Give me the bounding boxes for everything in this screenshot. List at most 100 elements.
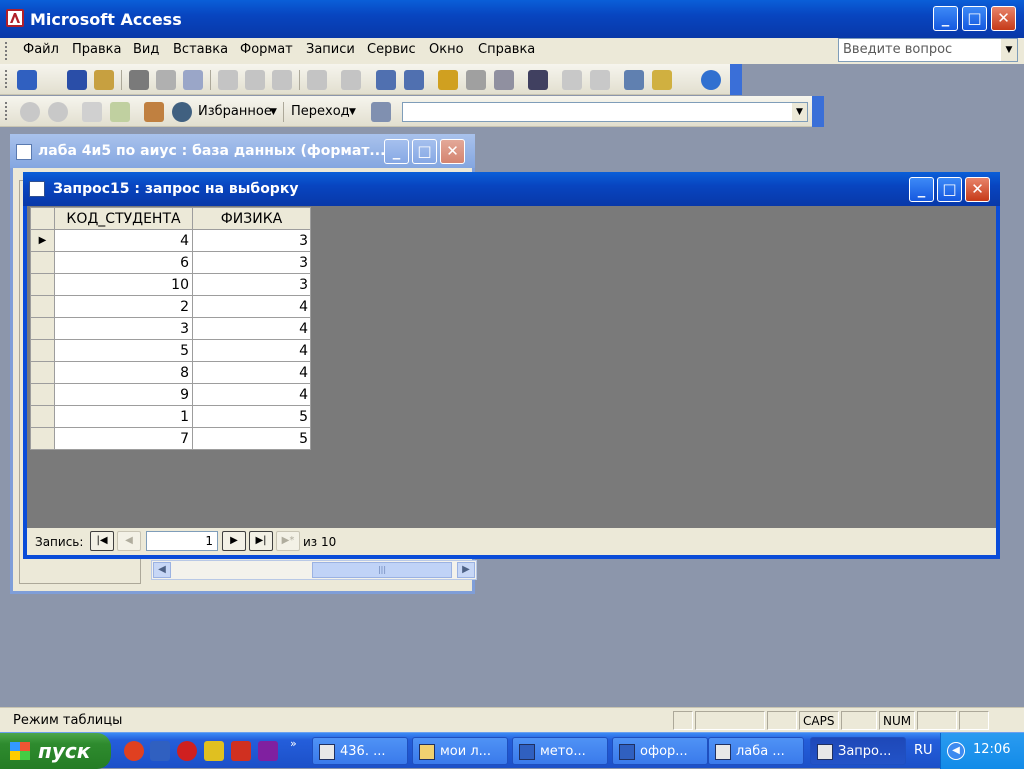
language-indicator[interactable]: RU (914, 743, 933, 758)
back-icon[interactable] (20, 102, 40, 122)
quick-launch-icon[interactable] (258, 741, 278, 761)
table-cell[interactable]: 8 (54, 361, 193, 384)
menu-edit[interactable]: Правка (72, 42, 121, 57)
select-all-cell[interactable] (30, 207, 55, 230)
horizontal-scrollbar[interactable]: ◀ ||| ▶ (151, 560, 477, 580)
first-record-button[interactable]: |◀ (90, 531, 114, 551)
ask-question-box[interactable]: Введите вопрос ▼ (838, 38, 1018, 62)
table-row[interactable]: 34 (30, 317, 311, 340)
chevron-down-icon[interactable]: ▼ (349, 107, 356, 117)
table-row[interactable]: 15 (30, 405, 311, 428)
filter-by-form-icon[interactable] (466, 70, 486, 90)
save-icon[interactable] (67, 70, 87, 90)
sort-descending-icon[interactable] (404, 70, 424, 90)
taskbar-task[interactable]: мои л... (412, 737, 508, 765)
db-minimize-button[interactable]: _ (384, 139, 409, 164)
taskbar-task[interactable]: мето... (512, 737, 608, 765)
start-button[interactable]: пуск (0, 733, 111, 769)
table-row[interactable]: 63 (30, 251, 311, 274)
last-record-button[interactable]: ▶| (249, 531, 273, 551)
current-record-indicator-icon[interactable]: ▶ (30, 229, 55, 252)
row-selector[interactable] (30, 361, 55, 384)
menu-records[interactable]: Записи (306, 42, 355, 57)
row-selector[interactable] (30, 317, 55, 340)
tray-expand-icon[interactable]: ◀ (947, 742, 965, 760)
copy-icon[interactable] (245, 70, 265, 90)
sort-ascending-icon[interactable] (376, 70, 396, 90)
table-cell[interactable]: 4 (54, 229, 193, 252)
hyperlink-icon[interactable] (341, 70, 361, 90)
close-button[interactable]: ✕ (991, 6, 1016, 31)
row-selector[interactable] (30, 273, 55, 296)
delete-record-icon[interactable] (590, 70, 610, 90)
menu-view[interactable]: Вид (133, 42, 159, 57)
table-cell[interactable]: 2 (54, 295, 193, 318)
opera-icon[interactable] (177, 741, 197, 761)
taskbar-task-active[interactable]: Запро... (810, 737, 906, 765)
menu-file[interactable]: Файл (23, 42, 59, 57)
row-selector[interactable] (30, 427, 55, 450)
refresh-icon[interactable] (110, 102, 130, 122)
table-cell[interactable]: 10 (54, 273, 193, 296)
row-selector[interactable] (30, 383, 55, 406)
menu-insert[interactable]: Вставка (173, 42, 228, 57)
maximize-button[interactable]: □ (962, 6, 987, 31)
design-view-icon[interactable] (17, 70, 37, 90)
table-cell[interactable]: 7 (54, 427, 193, 450)
search-web-icon[interactable] (172, 102, 192, 122)
table-cell[interactable]: 1 (54, 405, 193, 428)
apply-filter-icon[interactable] (494, 70, 514, 90)
table-row[interactable]: 10 3 (30, 273, 311, 296)
table-cell[interactable]: 5 (54, 339, 193, 362)
new-record-icon[interactable] (562, 70, 582, 90)
column-header[interactable]: ФИЗИКА (192, 207, 311, 230)
previous-record-button[interactable]: ◀ (117, 531, 141, 551)
toolbar-grip[interactable] (5, 70, 8, 88)
taskbar-task[interactable]: лаба ... (708, 737, 804, 765)
winamp-icon[interactable] (204, 741, 224, 761)
table-cell[interactable]: 5 (192, 427, 311, 450)
find-icon[interactable] (528, 70, 548, 90)
next-record-button[interactable]: ▶ (222, 531, 246, 551)
query-close-button[interactable]: ✕ (965, 177, 990, 202)
menu-format[interactable]: Формат (240, 42, 293, 57)
table-cell[interactable]: 3 (192, 229, 311, 252)
column-header[interactable]: КОД_СТУДЕНТА (54, 207, 193, 230)
taskbar-task[interactable]: офор... (612, 737, 708, 765)
quick-launch-icon[interactable] (150, 741, 170, 761)
toolbar-grip[interactable] (5, 102, 8, 120)
current-record-field[interactable]: 1 (146, 531, 218, 551)
address-field[interactable]: ▼ (402, 102, 808, 122)
table-cell[interactable]: 3 (192, 273, 311, 296)
address-dropdown-icon[interactable]: ▼ (792, 103, 807, 121)
toolbar-grip[interactable] (5, 42, 8, 60)
scroll-left-icon[interactable]: ◀ (153, 562, 171, 578)
minimize-button[interactable]: _ (933, 6, 958, 31)
table-row[interactable]: ▶ 4 3 (30, 229, 311, 252)
undo-icon[interactable] (307, 70, 327, 90)
table-row[interactable]: 75 (30, 427, 311, 450)
media-player-icon[interactable] (124, 741, 144, 761)
chevron-down-icon[interactable]: ▼ (270, 107, 277, 117)
cut-icon[interactable] (218, 70, 238, 90)
table-cell[interactable]: 6 (54, 251, 193, 274)
taskbar-task[interactable]: 436. ... (312, 737, 408, 765)
table-row[interactable]: 24 (30, 295, 311, 318)
paste-icon[interactable] (272, 70, 292, 90)
scroll-thumb[interactable]: ||| (312, 562, 452, 578)
row-selector[interactable] (30, 339, 55, 362)
favorites-menu[interactable]: Избранное (198, 104, 272, 119)
scroll-right-icon[interactable]: ▶ (457, 562, 475, 578)
table-cell[interactable]: 9 (54, 383, 193, 406)
row-selector[interactable] (30, 295, 55, 318)
row-selector[interactable] (30, 251, 55, 274)
table-row[interactable]: 54 (30, 339, 311, 362)
table-cell[interactable]: 4 (192, 383, 311, 406)
database-icon[interactable] (16, 144, 32, 160)
toolbar-options-button[interactable] (730, 64, 742, 95)
table-cell[interactable]: 4 (192, 339, 311, 362)
table-cell[interactable]: 4 (192, 317, 311, 340)
table-cell[interactable]: 4 (192, 361, 311, 384)
query-icon[interactable] (29, 181, 45, 197)
menu-tools[interactable]: Сервис (367, 42, 416, 57)
